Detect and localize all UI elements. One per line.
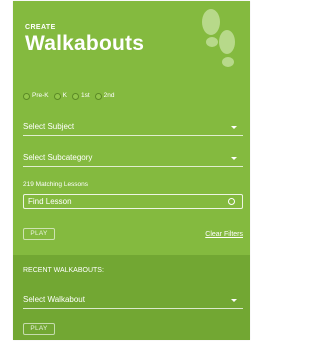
grade-label: Pre-K (32, 92, 49, 99)
grade-checkbox[interactable] (94, 92, 102, 100)
grade-filters: Pre-K K 1st 2nd (23, 92, 120, 100)
grade-option-pre-k[interactable]: Pre-K (23, 92, 49, 100)
play-button[interactable]: PLAY (23, 228, 55, 240)
header-eyebrow: CREATE (25, 24, 56, 31)
recent-walkabouts-section: RECENT WALKABOUTS: Select Walkabout PLAY (13, 255, 250, 340)
footprints-icon (202, 9, 235, 67)
panel-header: CREATE Walkabouts (25, 24, 144, 56)
recent-play-button[interactable]: PLAY (23, 323, 55, 335)
grade-option-k[interactable]: K (53, 92, 67, 100)
find-lesson-field[interactable] (23, 194, 243, 209)
create-walkabouts-panel: CREATE Walkabouts Pre-K K 1st 2nd Select (13, 1, 250, 340)
grade-option-2nd[interactable]: 2nd (94, 92, 115, 100)
matching-lessons-count: 219 Matching Lessons (23, 181, 89, 188)
chevron-down-icon (231, 157, 237, 160)
grade-checkbox[interactable] (23, 92, 30, 100)
clear-filters-link[interactable]: Clear Filters (205, 230, 243, 239)
subcategory-select[interactable]: Select Subcategory (23, 150, 243, 167)
grade-label: K (62, 92, 67, 99)
grade-checkbox[interactable] (53, 92, 61, 100)
subject-select[interactable]: Select Subject (23, 119, 243, 136)
grade-label: 1st (80, 92, 90, 99)
recent-walkabouts-title: RECENT WALKABOUTS: (23, 267, 104, 274)
chevron-down-icon (231, 299, 237, 302)
walkabout-select[interactable]: Select Walkabout (23, 292, 243, 309)
grade-label: 2nd (103, 92, 115, 99)
chevron-down-icon (231, 126, 237, 129)
subject-select-label: Select Subject (23, 122, 75, 131)
grade-checkbox[interactable] (71, 92, 79, 100)
subcategory-select-label: Select Subcategory (23, 153, 93, 162)
page-title: Walkabouts (25, 32, 145, 55)
search-icon[interactable] (228, 198, 235, 205)
walkabout-select-label: Select Walkabout (23, 295, 85, 304)
grade-option-1st[interactable]: 1st (71, 92, 90, 100)
find-lesson-input[interactable] (28, 196, 218, 207)
